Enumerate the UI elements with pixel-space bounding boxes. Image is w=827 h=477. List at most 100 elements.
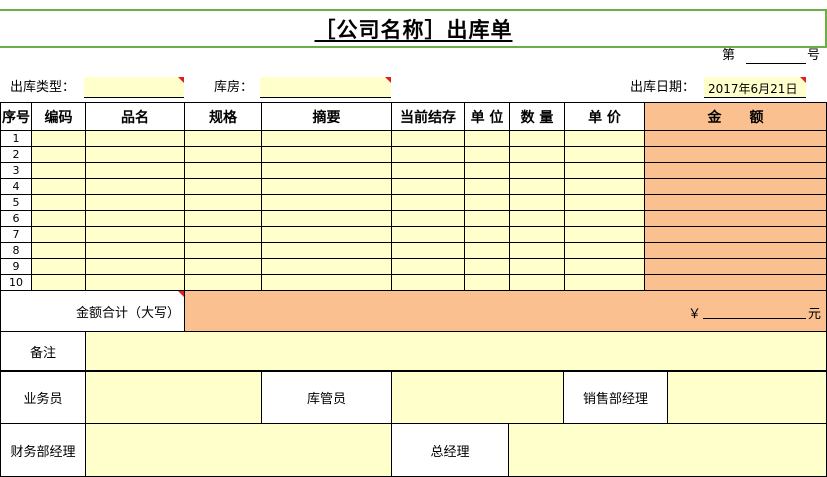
cell[interactable] bbox=[464, 194, 510, 211]
cell[interactable] bbox=[564, 146, 645, 163]
cell[interactable] bbox=[391, 146, 465, 163]
cell[interactable] bbox=[261, 146, 392, 163]
cell[interactable] bbox=[391, 274, 465, 291]
cell[interactable] bbox=[564, 274, 645, 291]
cell[interactable] bbox=[184, 146, 262, 163]
cell[interactable] bbox=[391, 226, 465, 243]
cell[interactable] bbox=[391, 162, 465, 179]
keeper-field[interactable] bbox=[391, 371, 564, 424]
cell[interactable] bbox=[564, 162, 645, 179]
cell[interactable] bbox=[564, 178, 645, 195]
cell[interactable] bbox=[564, 130, 645, 147]
cell[interactable] bbox=[509, 210, 565, 227]
cell[interactable] bbox=[85, 130, 185, 147]
amount-cell[interactable] bbox=[644, 146, 827, 163]
cell[interactable] bbox=[261, 194, 392, 211]
cell[interactable] bbox=[31, 274, 86, 291]
cell[interactable] bbox=[391, 178, 465, 195]
cell[interactable] bbox=[31, 146, 86, 163]
amount-cell[interactable] bbox=[644, 162, 827, 179]
cell[interactable] bbox=[509, 274, 565, 291]
cell[interactable] bbox=[31, 162, 86, 179]
cell[interactable] bbox=[464, 226, 510, 243]
cell[interactable] bbox=[261, 178, 392, 195]
cell[interactable] bbox=[261, 274, 392, 291]
cell[interactable] bbox=[564, 194, 645, 211]
cell[interactable] bbox=[261, 258, 392, 275]
total-amount-blank[interactable] bbox=[703, 303, 806, 319]
cell[interactable] bbox=[31, 194, 86, 211]
cell[interactable] bbox=[509, 258, 565, 275]
amount-cell[interactable] bbox=[644, 274, 827, 291]
cell[interactable] bbox=[464, 146, 510, 163]
cell[interactable] bbox=[85, 242, 185, 259]
cell[interactable] bbox=[261, 242, 392, 259]
cell[interactable] bbox=[509, 130, 565, 147]
cell[interactable] bbox=[391, 130, 465, 147]
cell[interactable] bbox=[184, 194, 262, 211]
cell[interactable] bbox=[85, 178, 185, 195]
amount-cell[interactable] bbox=[644, 210, 827, 227]
cell[interactable] bbox=[31, 226, 86, 243]
cell[interactable] bbox=[85, 274, 185, 291]
cell[interactable] bbox=[391, 210, 465, 227]
cell[interactable] bbox=[464, 274, 510, 291]
cell[interactable] bbox=[184, 274, 262, 291]
doc-number-field[interactable] bbox=[746, 48, 806, 64]
cell[interactable] bbox=[564, 258, 645, 275]
date-field[interactable]: 2017年6月21日 bbox=[704, 77, 806, 98]
finance-manager-field[interactable] bbox=[85, 423, 392, 477]
cell[interactable] bbox=[261, 226, 392, 243]
cell[interactable] bbox=[464, 258, 510, 275]
warehouse-field[interactable] bbox=[260, 77, 391, 98]
cell[interactable] bbox=[85, 162, 185, 179]
amount-cell[interactable] bbox=[644, 130, 827, 147]
cell[interactable] bbox=[261, 130, 392, 147]
cell[interactable] bbox=[31, 242, 86, 259]
out-type-field[interactable] bbox=[84, 77, 184, 98]
cell[interactable] bbox=[85, 210, 185, 227]
remark-field[interactable] bbox=[85, 331, 827, 371]
cell[interactable] bbox=[464, 178, 510, 195]
cell[interactable] bbox=[509, 226, 565, 243]
cell[interactable] bbox=[31, 130, 86, 147]
cell[interactable] bbox=[31, 258, 86, 275]
amount-cell[interactable] bbox=[644, 242, 827, 259]
cell[interactable] bbox=[464, 162, 510, 179]
cell[interactable] bbox=[184, 258, 262, 275]
cell[interactable] bbox=[184, 242, 262, 259]
amount-cell[interactable] bbox=[644, 226, 827, 243]
cell[interactable] bbox=[509, 178, 565, 195]
sales-manager-field[interactable] bbox=[667, 371, 827, 424]
cell[interactable] bbox=[564, 242, 645, 259]
cell[interactable] bbox=[31, 210, 86, 227]
cell[interactable] bbox=[85, 194, 185, 211]
cell[interactable] bbox=[184, 210, 262, 227]
cell[interactable] bbox=[85, 258, 185, 275]
salesperson-field[interactable] bbox=[85, 371, 262, 424]
total-amount-cell[interactable]: ￥ 元 bbox=[184, 290, 827, 332]
cell[interactable] bbox=[261, 162, 392, 179]
cell[interactable] bbox=[391, 258, 465, 275]
cell[interactable] bbox=[509, 194, 565, 211]
amount-cell[interactable] bbox=[644, 178, 827, 195]
cell[interactable] bbox=[564, 226, 645, 243]
cell[interactable] bbox=[184, 178, 262, 195]
cell[interactable] bbox=[391, 194, 465, 211]
general-manager-field[interactable] bbox=[508, 423, 827, 477]
amount-cell[interactable] bbox=[644, 194, 827, 211]
cell[interactable] bbox=[85, 146, 185, 163]
cell[interactable] bbox=[509, 146, 565, 163]
amount-cell[interactable] bbox=[644, 258, 827, 275]
cell[interactable] bbox=[391, 242, 465, 259]
cell[interactable] bbox=[564, 210, 645, 227]
cell[interactable] bbox=[464, 130, 510, 147]
cell[interactable] bbox=[464, 242, 510, 259]
cell[interactable] bbox=[509, 162, 565, 179]
cell[interactable] bbox=[184, 130, 262, 147]
cell[interactable] bbox=[464, 210, 510, 227]
cell[interactable] bbox=[184, 226, 262, 243]
cell[interactable] bbox=[509, 242, 565, 259]
cell[interactable] bbox=[184, 162, 262, 179]
cell[interactable] bbox=[31, 178, 86, 195]
